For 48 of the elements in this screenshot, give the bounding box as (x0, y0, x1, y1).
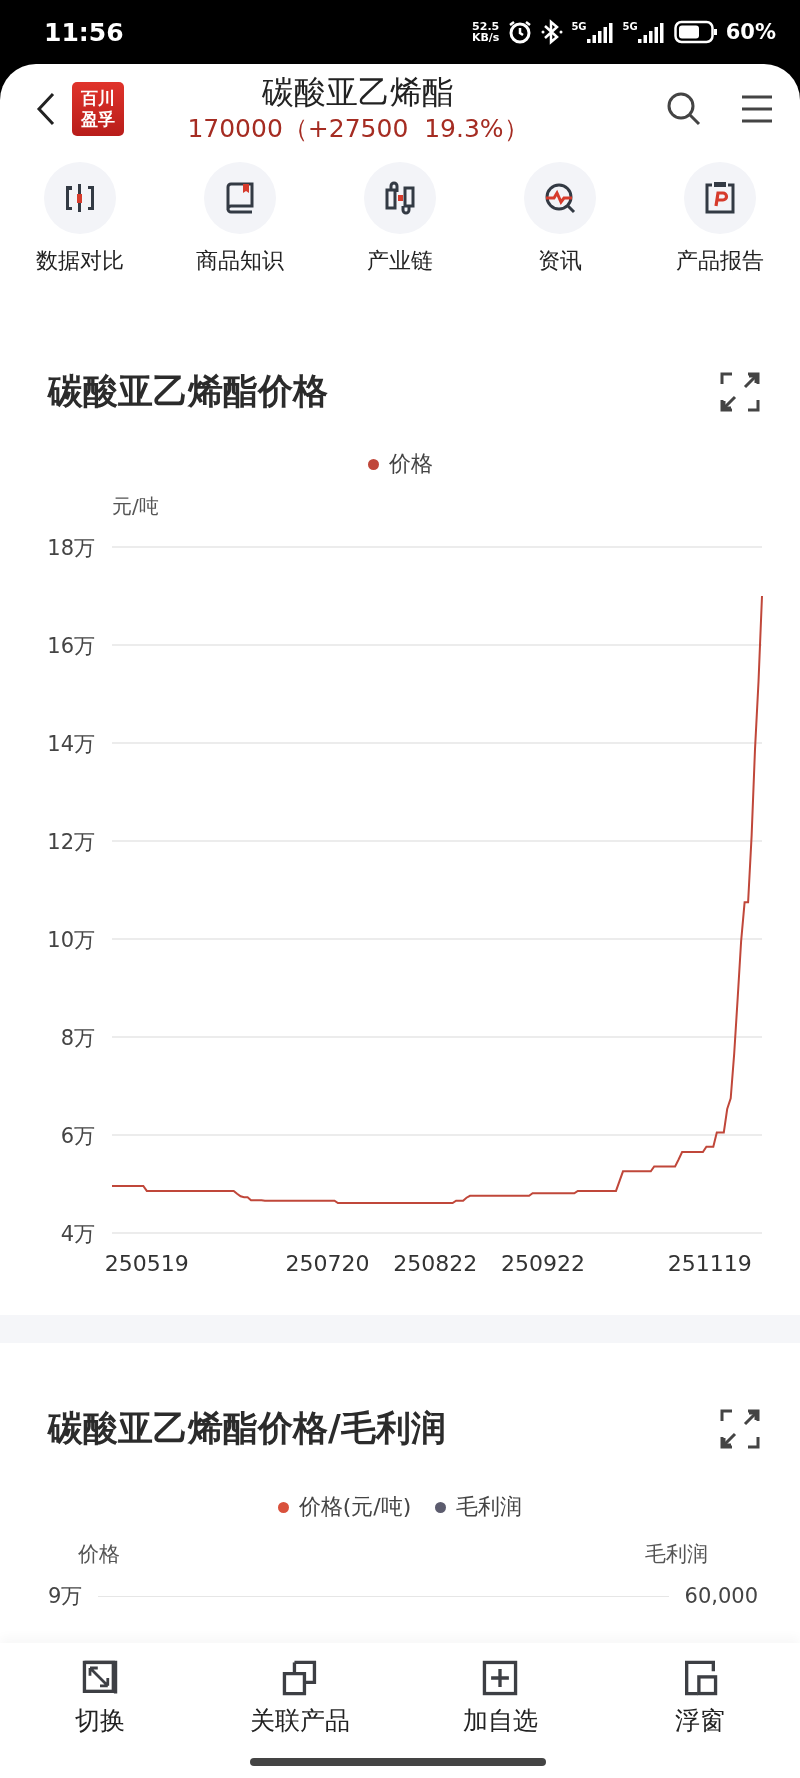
y-tick-label: 4万 (60, 1222, 95, 1246)
y-axis-unit: 元/吨 (112, 494, 159, 518)
x-tick-label: 250720 (285, 1251, 370, 1276)
app-logo: 百川 盈孚 (72, 82, 124, 136)
signal-icon (637, 21, 666, 43)
right-axis-title: 毛利润 (645, 1541, 708, 1568)
y-tick-label: 16万 (47, 634, 95, 658)
fullscreen-button[interactable] (720, 371, 760, 412)
x-tick-label: 250519 (104, 1251, 189, 1276)
shortcut-button[interactable]: 产品报告 (640, 162, 800, 276)
y-tick-label: 12万 (47, 830, 95, 854)
y-tick-label: 8万 (60, 1026, 95, 1050)
price-quote: 170000（+27500 19.3%） (187, 113, 529, 145)
network-type: 5G (571, 21, 587, 32)
shortcut-button[interactable]: 商品知识 (160, 162, 320, 276)
toolbar-button[interactable]: 加自选 (400, 1657, 600, 1738)
y-tick-label: 6万 (60, 1124, 95, 1148)
toolbar-button[interactable]: 关联产品 (200, 1657, 400, 1738)
plus-square-icon (480, 1658, 520, 1698)
battery-percent: 60% (725, 20, 776, 44)
fullscreen-button[interactable] (720, 1408, 760, 1449)
shortcut-button[interactable]: 产业链 (320, 162, 480, 276)
signal-icon (586, 21, 615, 43)
status-time: 11:56 (44, 17, 125, 47)
legend-label: 价格 (388, 450, 433, 478)
left-axis-title: 价格 (78, 1541, 120, 1568)
y-tick-label: 18万 (47, 536, 95, 560)
x-tick-label: 251119 (667, 1251, 752, 1276)
chart-title: 碳酸亚乙烯酯价格/毛利润 (48, 1407, 446, 1450)
x-tick-label: 250922 (501, 1251, 585, 1276)
toolbar-button[interactable]: 浮窗 (600, 1657, 800, 1738)
product-title: 碳酸亚乙烯酯 (262, 72, 454, 112)
y-tick-label: 9万 (48, 1583, 83, 1610)
x-tick-label: 250822 (393, 1251, 478, 1276)
battery-icon (673, 20, 718, 44)
y-tick-label: 10万 (47, 928, 95, 952)
network-type: 5G (622, 21, 638, 32)
y-tick-label: 60,000 (684, 1584, 758, 1608)
chart-title: 碳酸亚乙烯酯价格 (48, 370, 328, 413)
legend-label: 毛利润 (456, 1493, 523, 1521)
network-speed: 52.5 (472, 21, 500, 32)
y-tick-label: 14万 (47, 732, 95, 756)
shortcut-button[interactable]: 数据对比 (0, 162, 160, 276)
shortcut-button[interactable]: 资讯 (480, 162, 640, 276)
bluetooth-icon (541, 19, 564, 45)
toolbar-button[interactable]: 切换 (0, 1657, 200, 1738)
legend-label: 价格(元/吨) (298, 1493, 412, 1521)
network-speed-unit: KB/s (471, 32, 500, 43)
